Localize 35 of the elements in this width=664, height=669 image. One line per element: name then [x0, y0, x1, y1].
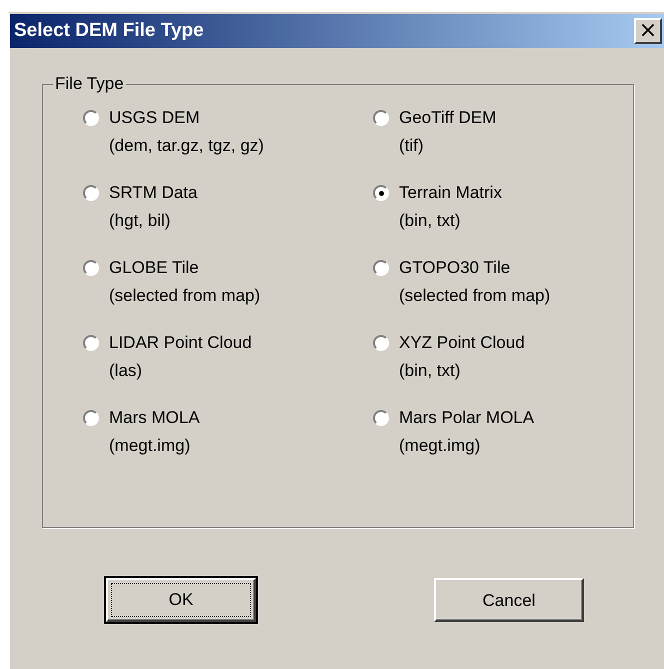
- option-label: Terrain Matrix: [399, 183, 502, 203]
- option-extensions: (las): [109, 361, 144, 381]
- option-label: SRTM Data: [109, 183, 198, 203]
- radio-button[interactable]: [373, 185, 389, 201]
- radio-button[interactable]: [373, 260, 389, 276]
- option-extensions: (tif): [399, 136, 425, 156]
- option-label: GTOPO30 Tile: [399, 258, 512, 278]
- radio-button[interactable]: [83, 110, 99, 126]
- option-extensions: (bin, txt): [399, 361, 462, 381]
- close-button[interactable]: ×: [634, 18, 662, 44]
- option-extensions: (selected from map): [109, 286, 260, 306]
- radio-button[interactable]: [83, 410, 99, 426]
- radio-button[interactable]: [373, 410, 389, 426]
- option-extensions: (megt.img): [109, 436, 192, 456]
- option-label: Mars Polar MOLA: [399, 408, 534, 428]
- group-label: File Type: [54, 74, 125, 94]
- window-title: Select DEM File Type: [14, 20, 204, 42]
- radio-button[interactable]: [373, 110, 389, 126]
- radio-button[interactable]: [373, 335, 389, 351]
- cancel-button[interactable]: Cancel: [434, 578, 584, 622]
- option-label: LIDAR Point Cloud: [109, 333, 252, 353]
- radio-button[interactable]: [83, 185, 99, 201]
- option-label: GeoTiff DEM: [399, 108, 496, 128]
- ok-button[interactable]: OK: [106, 578, 256, 622]
- option-label: XYZ Point Cloud: [399, 333, 525, 353]
- option-extensions: (megt.img): [399, 436, 482, 456]
- radio-button[interactable]: [83, 260, 99, 276]
- option-label: USGS DEM: [109, 108, 201, 128]
- option-extensions: (hgt, bil): [109, 211, 172, 231]
- option-label: Mars MOLA: [109, 408, 200, 428]
- option-extensions: (dem, tar.gz, tgz, gz): [109, 136, 264, 156]
- radio-button[interactable]: [83, 335, 99, 351]
- option-label: GLOBE Tile: [109, 258, 200, 278]
- option-extensions: (bin, txt): [399, 211, 462, 231]
- option-extensions: (selected from map): [399, 286, 550, 306]
